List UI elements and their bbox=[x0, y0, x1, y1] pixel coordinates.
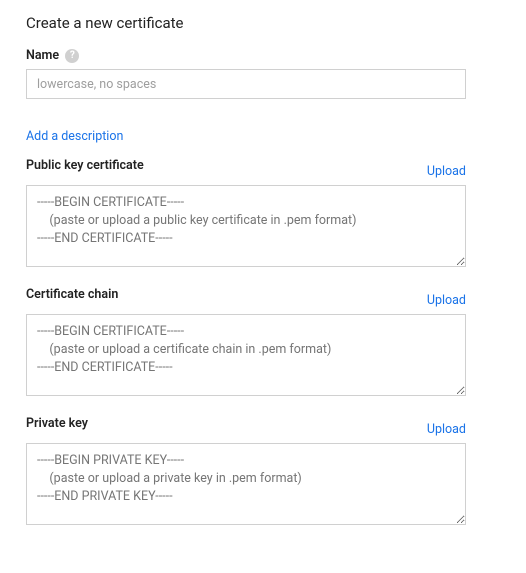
cert-chain-textarea[interactable] bbox=[26, 314, 466, 396]
private-key-label: Private key bbox=[26, 416, 88, 431]
add-description-link[interactable]: Add a description bbox=[26, 129, 123, 144]
cert-chain-section: Certificate chain Upload bbox=[26, 287, 506, 400]
public-key-upload-link[interactable]: Upload bbox=[427, 164, 466, 179]
private-key-upload-link[interactable]: Upload bbox=[427, 422, 466, 437]
cert-chain-label: Certificate chain bbox=[26, 287, 118, 302]
name-section: Name ? bbox=[26, 48, 506, 99]
cert-chain-upload-link[interactable]: Upload bbox=[427, 293, 466, 308]
public-key-label: Public key certificate bbox=[26, 158, 144, 173]
help-icon[interactable]: ? bbox=[65, 49, 79, 63]
page-title: Create a new certificate bbox=[26, 14, 506, 32]
public-key-textarea[interactable] bbox=[26, 185, 466, 267]
public-key-section: Public key certificate Upload bbox=[26, 158, 506, 271]
name-input[interactable] bbox=[26, 69, 466, 99]
private-key-textarea[interactable] bbox=[26, 443, 466, 525]
private-key-section: Private key Upload bbox=[26, 416, 506, 529]
name-label: Name bbox=[26, 48, 59, 63]
